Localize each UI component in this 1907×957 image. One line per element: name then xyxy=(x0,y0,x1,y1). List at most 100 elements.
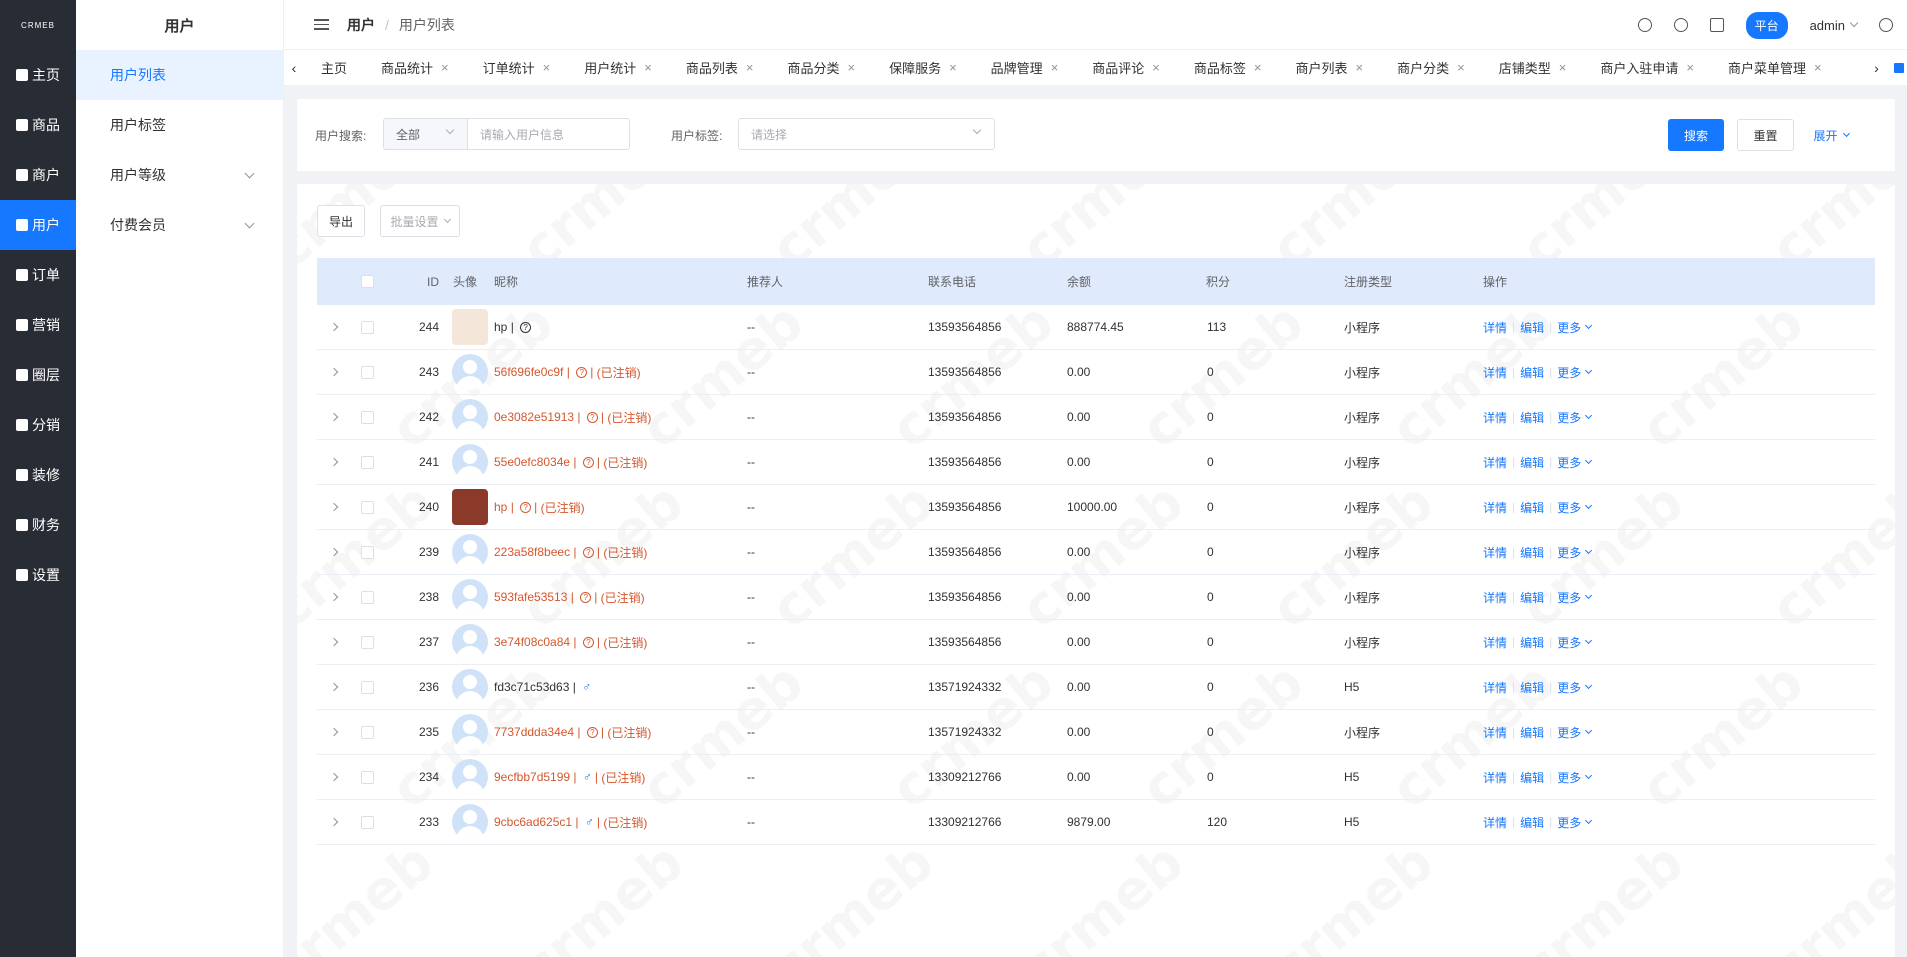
sidebar-item[interactable]: 用户 xyxy=(0,200,76,250)
edit-link[interactable]: 编辑 xyxy=(1520,769,1544,786)
tab[interactable]: 品牌管理 × xyxy=(974,50,1076,85)
nickname[interactable]: 0e3082e51913 | ? | (已注销) xyxy=(494,395,651,439)
more-dropdown[interactable]: 更多 xyxy=(1557,814,1593,831)
row-checkbox[interactable] xyxy=(361,455,374,469)
more-dropdown[interactable]: 更多 xyxy=(1557,319,1593,336)
expand-row-icon[interactable] xyxy=(329,367,339,377)
close-icon[interactable]: × xyxy=(847,60,855,75)
detail-link[interactable]: 详情 xyxy=(1483,499,1507,516)
more-dropdown[interactable]: 更多 xyxy=(1557,589,1593,606)
tab[interactable]: 商户菜单管理 × xyxy=(1711,50,1839,85)
expand-button[interactable]: 展开 xyxy=(1805,119,1857,151)
edit-link[interactable]: 编辑 xyxy=(1520,814,1544,831)
detail-link[interactable]: 详情 xyxy=(1483,454,1507,471)
more-dropdown[interactable]: 更多 xyxy=(1557,499,1593,516)
user-search-input[interactable]: 请输入用户信息 xyxy=(467,118,630,150)
detail-link[interactable]: 详情 xyxy=(1483,319,1507,336)
expand-row-icon[interactable] xyxy=(329,682,339,692)
tabs-prev-icon[interactable]: ‹ xyxy=(284,60,304,76)
breadcrumb-item[interactable]: 用户 xyxy=(347,17,375,33)
row-checkbox[interactable] xyxy=(361,500,374,514)
detail-link[interactable]: 详情 xyxy=(1483,814,1507,831)
expand-row-icon[interactable] xyxy=(329,412,339,422)
edit-link[interactable]: 编辑 xyxy=(1520,544,1544,561)
nickname[interactable]: 223a58f8beec | ? | (已注销) xyxy=(494,530,647,574)
sidebar-item[interactable]: 主页 xyxy=(0,50,76,100)
tab[interactable]: 主页 xyxy=(304,50,364,85)
sidebar-item[interactable]: 财务 xyxy=(0,500,76,550)
row-checkbox[interactable] xyxy=(361,680,374,694)
tabs-menu-icon[interactable] xyxy=(1893,62,1904,73)
search-type-select[interactable]: 全部 xyxy=(383,118,468,150)
submenu-item[interactable]: 用户列表 xyxy=(76,50,283,100)
detail-link[interactable]: 详情 xyxy=(1483,679,1507,696)
more-dropdown[interactable]: 更多 xyxy=(1557,769,1593,786)
close-icon[interactable]: × xyxy=(1686,60,1694,75)
row-checkbox[interactable] xyxy=(361,590,374,604)
more-dropdown[interactable]: 更多 xyxy=(1557,364,1593,381)
gear-icon[interactable] xyxy=(1879,18,1893,32)
submenu-item[interactable]: 用户等级 xyxy=(76,150,283,200)
nickname[interactable]: 7737ddda34e4 | ? | (已注销) xyxy=(494,710,651,754)
more-dropdown[interactable]: 更多 xyxy=(1557,634,1593,651)
edit-link[interactable]: 编辑 xyxy=(1520,454,1544,471)
edit-link[interactable]: 编辑 xyxy=(1520,364,1544,381)
close-icon[interactable]: × xyxy=(1051,60,1059,75)
nickname[interactable]: fd3c71c53d63 | ♂ xyxy=(494,665,594,709)
close-icon[interactable]: × xyxy=(1356,60,1364,75)
nickname[interactable]: hp | ? | (已注销) xyxy=(494,485,585,529)
close-icon[interactable]: × xyxy=(746,60,754,75)
tab[interactable]: 保障服务 × xyxy=(872,50,974,85)
detail-link[interactable]: 详情 xyxy=(1483,724,1507,741)
edit-link[interactable]: 编辑 xyxy=(1520,409,1544,426)
nickname[interactable]: 9cbc6ad625c1 | ♂ | (已注销) xyxy=(494,800,647,844)
detail-link[interactable]: 详情 xyxy=(1483,589,1507,606)
tab[interactable]: 商品分类 × xyxy=(770,50,872,85)
sidebar-item[interactable]: 订单 xyxy=(0,250,76,300)
search-icon[interactable] xyxy=(1673,18,1688,32)
expand-row-icon[interactable] xyxy=(329,502,339,512)
sidebar-item[interactable]: 商户 xyxy=(0,150,76,200)
platform-badge[interactable]: 平台 xyxy=(1745,11,1788,39)
expand-row-icon[interactable] xyxy=(329,727,339,737)
reset-button[interactable]: 重置 xyxy=(1737,119,1794,151)
tab[interactable]: 商户入驻申请 × xyxy=(1583,50,1711,85)
tab[interactable]: 商品统计 × xyxy=(364,50,466,85)
batch-settings-button[interactable]: 批量设置 xyxy=(380,205,460,237)
close-icon[interactable]: × xyxy=(1559,60,1567,75)
tab[interactable]: 商品标签 × xyxy=(1177,50,1279,85)
tab[interactable]: 订单统计 × xyxy=(466,50,568,85)
row-checkbox[interactable] xyxy=(361,410,374,424)
close-icon[interactable]: × xyxy=(1254,60,1262,75)
fullscreen-icon[interactable] xyxy=(1709,18,1724,32)
detail-link[interactable]: 详情 xyxy=(1483,544,1507,561)
edit-link[interactable]: 编辑 xyxy=(1520,319,1544,336)
row-checkbox[interactable] xyxy=(361,365,374,379)
edit-link[interactable]: 编辑 xyxy=(1520,724,1544,741)
expand-row-icon[interactable] xyxy=(329,547,339,557)
refresh-icon[interactable] xyxy=(1637,18,1652,32)
row-checkbox[interactable] xyxy=(361,320,374,334)
close-icon[interactable]: × xyxy=(543,60,551,75)
close-icon[interactable]: × xyxy=(1457,60,1465,75)
nickname[interactable]: 9ecfbb7d5199 | ♂ | (已注销) xyxy=(494,755,645,799)
tab[interactable]: 商户分类 × xyxy=(1380,50,1482,85)
submenu-item[interactable]: 用户标签 xyxy=(76,100,283,150)
sidebar-item[interactable]: 圈层 xyxy=(0,350,76,400)
row-checkbox[interactable] xyxy=(361,815,374,829)
expand-row-icon[interactable] xyxy=(329,817,339,827)
nickname[interactable]: 3e74f08c0a84 | ? | (已注销) xyxy=(494,620,647,664)
expand-row-icon[interactable] xyxy=(329,592,339,602)
user-menu[interactable]: admin xyxy=(1810,18,1859,33)
tab[interactable]: 商品评论 × xyxy=(1075,50,1177,85)
submenu-item[interactable]: 付费会员 xyxy=(76,200,283,250)
row-checkbox[interactable] xyxy=(361,635,374,649)
more-dropdown[interactable]: 更多 xyxy=(1557,724,1593,741)
edit-link[interactable]: 编辑 xyxy=(1520,499,1544,516)
sidebar-item[interactable]: 装修 xyxy=(0,450,76,500)
row-checkbox[interactable] xyxy=(361,545,374,559)
edit-link[interactable]: 编辑 xyxy=(1520,634,1544,651)
detail-link[interactable]: 详情 xyxy=(1483,409,1507,426)
nickname[interactable]: 56f696fe0c9f | ? | (已注销) xyxy=(494,350,641,394)
tabs-next-icon[interactable]: › xyxy=(1867,60,1887,76)
